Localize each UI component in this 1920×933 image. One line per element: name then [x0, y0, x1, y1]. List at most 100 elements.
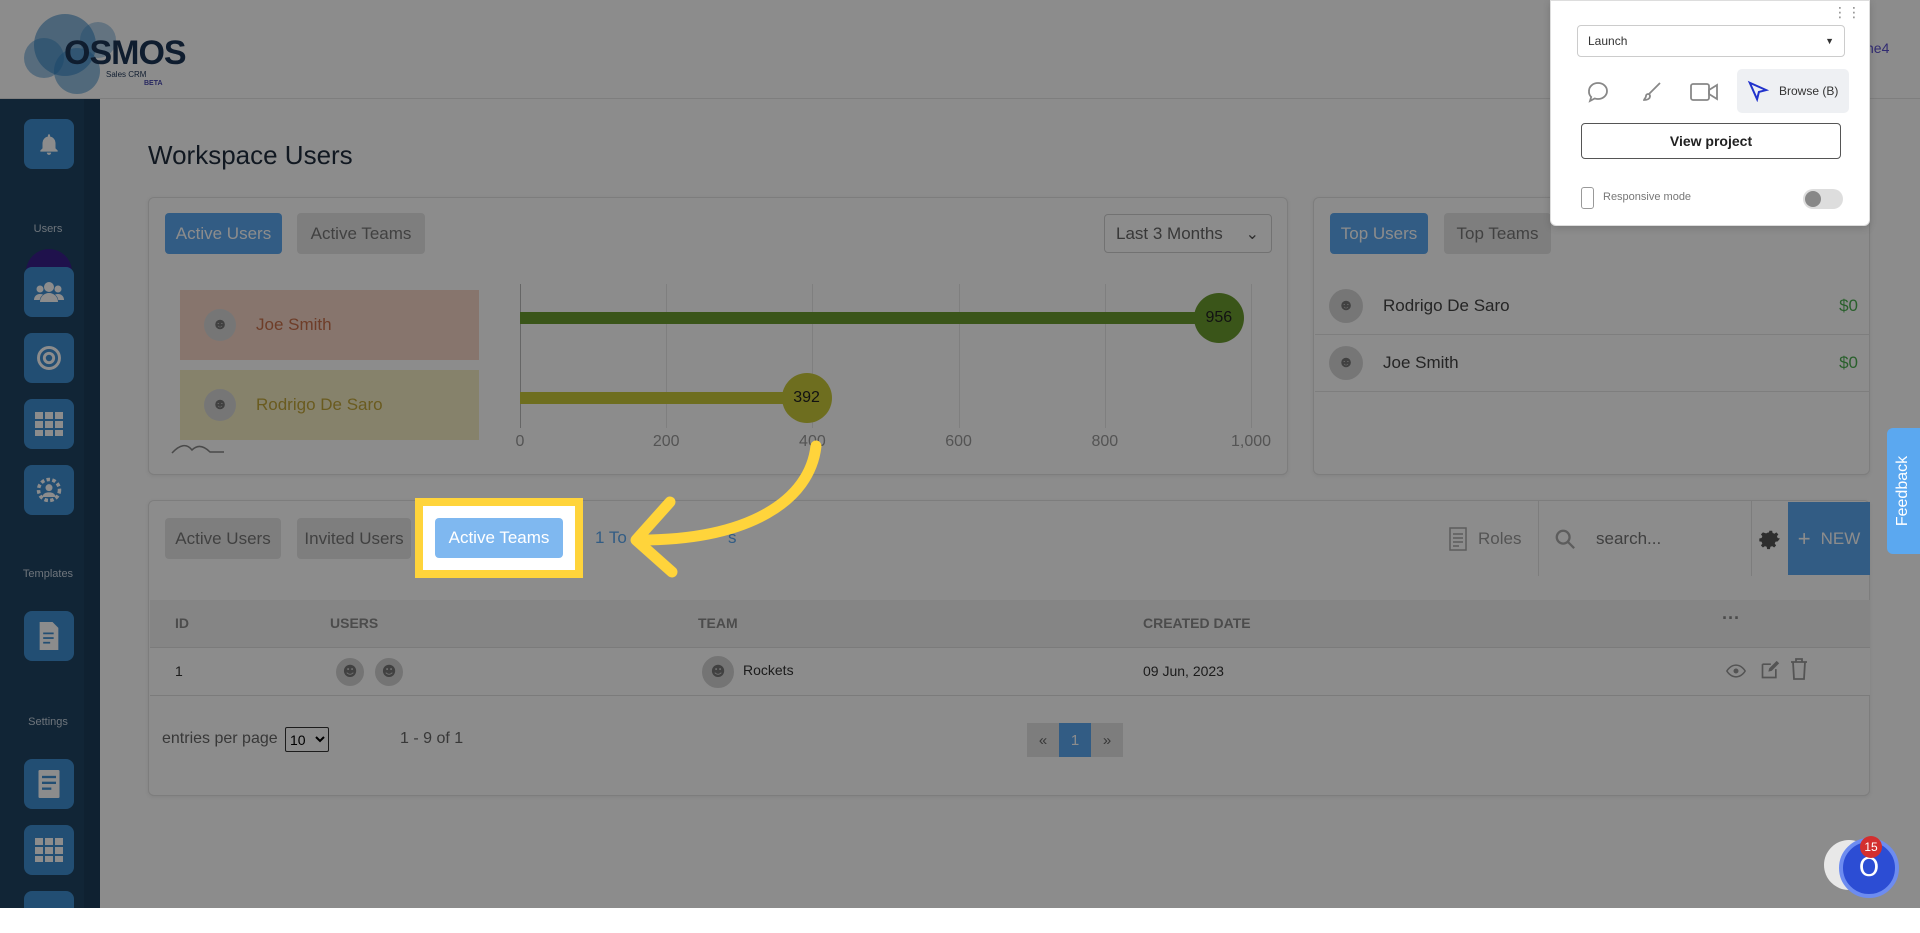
chevron-down-icon: ⌄: [1245, 226, 1259, 243]
view-project-button[interactable]: View project: [1581, 123, 1841, 159]
mobile-device-icon: [1581, 187, 1594, 209]
responsive-mode-toggle[interactable]: [1803, 189, 1843, 209]
osmos-logo[interactable]: OSMOS Sales CRM BETA: [24, 8, 187, 94]
chart-gridline: [1104, 284, 1106, 428]
column-header-id[interactable]: ID: [175, 615, 189, 631]
sidebar: Users Templates Settings: [0, 99, 100, 908]
chart-y-axis-line: [520, 284, 521, 428]
tab-active-teams-chart[interactable]: Active Teams: [297, 213, 425, 254]
gear-icon: [1759, 530, 1780, 550]
caret-down-icon: ▼: [1825, 36, 1834, 46]
search-input[interactable]: [1596, 529, 1746, 549]
cell-created-date: 09 Jun, 2023: [1143, 663, 1224, 679]
sidebar-label-templates: Templates: [22, 568, 74, 580]
tab-top-teams[interactable]: Top Teams: [1444, 213, 1551, 254]
chart-tick-label: 800: [1091, 433, 1119, 450]
top-user-name: Joe Smith: [1383, 353, 1459, 372]
launch-select-value: Launch: [1588, 34, 1628, 48]
next-page-button[interactable]: »: [1091, 723, 1123, 757]
table-header: [150, 600, 1870, 648]
more-options-icon[interactable]: ···: [1722, 608, 1740, 629]
top-user-amount: $0: [1839, 353, 1858, 372]
chart-bar: [520, 392, 807, 404]
top-user-row[interactable]: ☻ Joe Smith $0: [1315, 335, 1870, 392]
view-icon[interactable]: [1726, 663, 1746, 679]
sidebar-item-users[interactable]: [24, 267, 74, 317]
logo-text: OSMOS: [64, 34, 187, 72]
new-button[interactable]: + NEW: [1788, 502, 1870, 575]
chart-data-label: 956: [1193, 293, 1244, 343]
tab-active-users-chart[interactable]: Active Users: [165, 213, 282, 254]
feedback-label: Feedback: [1894, 455, 1912, 527]
sidebar-notifications[interactable]: [24, 119, 74, 169]
chart-gridline: [666, 284, 668, 428]
tutorial-tool-panel: ⋮⋮ Launch ▼ Browse (B) View project Resp…: [1550, 0, 1870, 226]
sidebar-label-users: Users: [33, 223, 63, 235]
table-settings-button[interactable]: [1754, 522, 1784, 552]
sidebar-item-templates[interactable]: [24, 611, 74, 661]
sidebar-item-apps[interactable]: [24, 399, 74, 449]
tab-active-users[interactable]: Active Users: [165, 518, 281, 559]
team-avatar: ☻: [700, 654, 736, 690]
roles-document-icon: [1449, 527, 1467, 551]
tab-top-users[interactable]: Top Users: [1330, 213, 1428, 254]
page-1-button[interactable]: 1: [1059, 723, 1091, 757]
prev-page-button[interactable]: «: [1027, 723, 1059, 757]
logo-beta: BETA: [144, 80, 163, 87]
page-title: Workspace Users: [148, 140, 353, 170]
sidebar-item-reports[interactable]: [24, 759, 74, 809]
page-bottom-margin: [0, 908, 1920, 933]
tutorial-arrow: [630, 440, 822, 578]
avatar: ☻: [204, 309, 236, 341]
users-icon: [34, 282, 64, 302]
app-window: OSMOS Sales CRM BETA ne4 Users Templates…: [0, 0, 1920, 908]
roles-button[interactable]: Roles: [1448, 524, 1540, 554]
user-gear-icon: [36, 477, 62, 503]
new-button-label: NEW: [1820, 528, 1861, 548]
pagination-range: 1 - 9 of 1: [400, 730, 464, 747]
video-icon[interactable]: [1687, 75, 1721, 109]
cell-team: Rockets: [743, 662, 794, 678]
document-icon: [39, 622, 59, 650]
edit-icon[interactable]: [1760, 660, 1780, 680]
avatar: ☻: [204, 389, 236, 421]
browse-button[interactable]: Browse (B): [1737, 69, 1849, 113]
tab-invited-users[interactable]: Invited Users: [297, 518, 411, 559]
delete-icon[interactable]: [1790, 658, 1808, 680]
target-icon: [37, 346, 61, 370]
chart-gridline: [958, 284, 960, 428]
entries-per-page-label: entries per page: [162, 730, 278, 747]
comment-icon[interactable]: [1581, 75, 1615, 109]
sidebar-item-modules[interactable]: [24, 825, 74, 875]
chart-category-label: Rodrigo De Saro: [256, 395, 383, 414]
top-user-row[interactable]: ☻ Rodrigo De Saro $0: [1315, 278, 1870, 335]
avatar: ☻: [1329, 289, 1363, 323]
top-user-name: Rodrigo De Saro: [1383, 296, 1510, 315]
date-range-value: Last 3 Months: [1116, 223, 1223, 243]
drag-handle-icon[interactable]: ⋮⋮: [1833, 5, 1861, 21]
divider: [1538, 500, 1539, 576]
column-header-team[interactable]: TEAM: [698, 615, 738, 631]
launch-select[interactable]: Launch ▼: [1577, 25, 1845, 57]
chat-notification-badge: 15: [1860, 836, 1882, 858]
chart-row-label: ☻ Joe Smith: [180, 290, 479, 360]
tab-active-teams[interactable]: Active Teams: [435, 518, 563, 558]
column-header-created-date[interactable]: CREATED DATE: [1143, 615, 1251, 631]
sidebar-item-more[interactable]: [24, 891, 74, 908]
chart-data-label: 392: [781, 373, 832, 423]
chart-category-label: Joe Smith: [256, 315, 332, 334]
brush-icon[interactable]: [1635, 75, 1669, 109]
sidebar-item-user-settings[interactable]: [24, 465, 74, 515]
entries-per-page-select[interactable]: 10 25 50: [285, 727, 329, 752]
chart-bar: [520, 312, 1219, 324]
date-range-select[interactable]: Last 3 Months ⌄: [1104, 214, 1272, 253]
sidebar-item-targets[interactable]: [24, 333, 74, 383]
search-icon: [1555, 529, 1575, 549]
grid-icon: [35, 412, 63, 436]
feedback-tab[interactable]: Feedback: [1887, 428, 1920, 554]
column-header-users[interactable]: USERS: [330, 615, 378, 631]
table-row[interactable]: [150, 648, 1870, 696]
top-user-amount: $0: [1839, 296, 1858, 315]
chart-tick-label: 600: [945, 433, 972, 450]
search-box[interactable]: [1554, 524, 1749, 554]
